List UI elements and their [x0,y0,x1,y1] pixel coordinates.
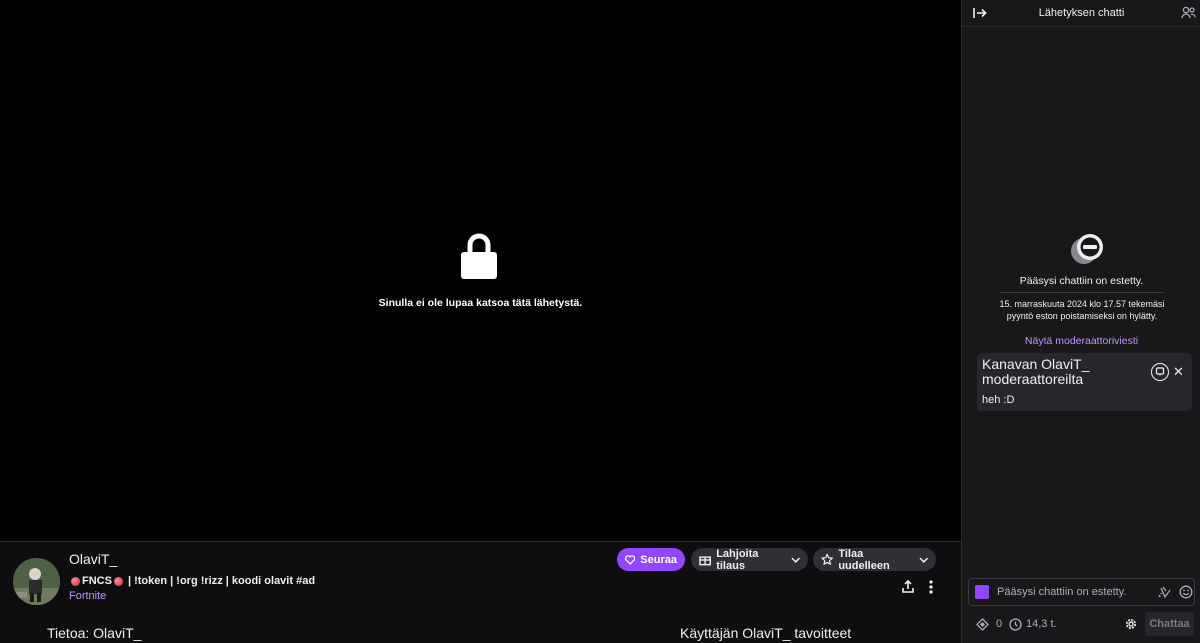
about-heading: Tietoa: OlaviT_ [47,625,142,641]
mod-card-message: heh :D [982,394,1015,406]
red-dot-icon [113,576,123,586]
ban-title: Pääsysi chattiin on estetty. [1019,275,1144,287]
gear-icon[interactable] [1124,617,1138,631]
ban-icon [1071,234,1103,264]
resubscribe-button[interactable]: Tilaa uudelleen [813,547,936,572]
video-player[interactable]: Sinulla ei ole lupaa katsoa tätä lähetys… [0,0,961,541]
points-count: 0 [996,618,1003,630]
mod-card-action-button[interactable] [1151,363,1169,381]
share-icon [902,580,914,593]
chevron-down-icon [918,557,928,563]
channel-name[interactable]: OlaviT_ [69,551,117,567]
chat-panel: Lähetyksen chatti Pääsysi chattiin on es… [961,0,1200,643]
category-link[interactable]: Fortnite [69,590,106,602]
watch-time: 14,3 t. [1026,618,1057,630]
chat-title: Lähetyksen chatti [1038,7,1125,19]
ban-divider [1000,292,1164,293]
star-icon [821,553,833,565]
vertical-dots-icon [929,580,933,594]
blocked-message: Sinulla ei ole lupaa katsoa tätä lähetys… [378,297,583,309]
close-icon[interactable]: ✕ [1173,364,1184,380]
chat-input[interactable]: Pääsysi chattiin on estetty. [968,578,1195,606]
app-root: Sinulla ei ole lupaa katsoa tätä lähetys… [0,0,1200,643]
follow-button[interactable]: Seuraa [617,548,685,571]
badge-icon[interactable] [975,585,989,599]
share-button[interactable] [898,577,918,597]
channel-avatar[interactable] [13,558,60,605]
stream-title-prefix: FNCS [82,575,112,587]
gift-sub-button[interactable]: Lahjoita tilaus [691,547,808,572]
avatar-image [13,558,60,605]
bits-icon[interactable] [1157,585,1171,599]
chat-header: Lähetyksen chatti [962,0,1200,27]
mod-message-card: Kanavan OlaviT_ moderaattoreilta heh :D … [977,353,1192,411]
community-users-icon[interactable] [1181,5,1196,20]
more-options-button[interactable] [921,577,941,597]
stream-title: FNCS | !token | !org !rizz | koodi olavi… [71,575,315,587]
follow-label: Seuraa [640,553,677,566]
show-mod-message-link[interactable]: Näytä moderaattoriviesti [962,335,1200,347]
channel-info: OlaviT_ FNCS | !token | !org !rizz | koo… [0,541,961,643]
resubscribe-label: Tilaa uudelleen [838,547,890,572]
chat-footer: 0 14,3 t. Chattaa [962,612,1200,637]
gift-sub-label: Lahjoita tilaus [716,547,759,572]
chat-bubble-icon [1155,367,1165,376]
stream-title-text: | !token | !org !rizz | koodi olavit #ad [127,575,316,587]
gift-icon [699,556,711,566]
chat-input-placeholder: Pääsysi chattiin on estetty. [997,586,1127,598]
clock-icon [1009,618,1022,631]
red-dot-icon [71,576,80,586]
chat-send-button[interactable]: Chattaa [1145,612,1194,636]
channel-points-icon[interactable] [976,618,989,631]
heart-icon [625,554,636,565]
goals-heading: Käyttäjän OlaviT_ tavoitteet [680,625,852,641]
ban-detail: 15. marraskuuta 2024 klo 17.57 tekemäsi … [999,299,1165,321]
mod-card-title: Kanavan OlaviT_ moderaattoreilta [982,356,1090,387]
emote-icon[interactable] [1179,585,1193,599]
lock-icon [461,233,497,279]
chevron-down-icon [791,557,800,563]
